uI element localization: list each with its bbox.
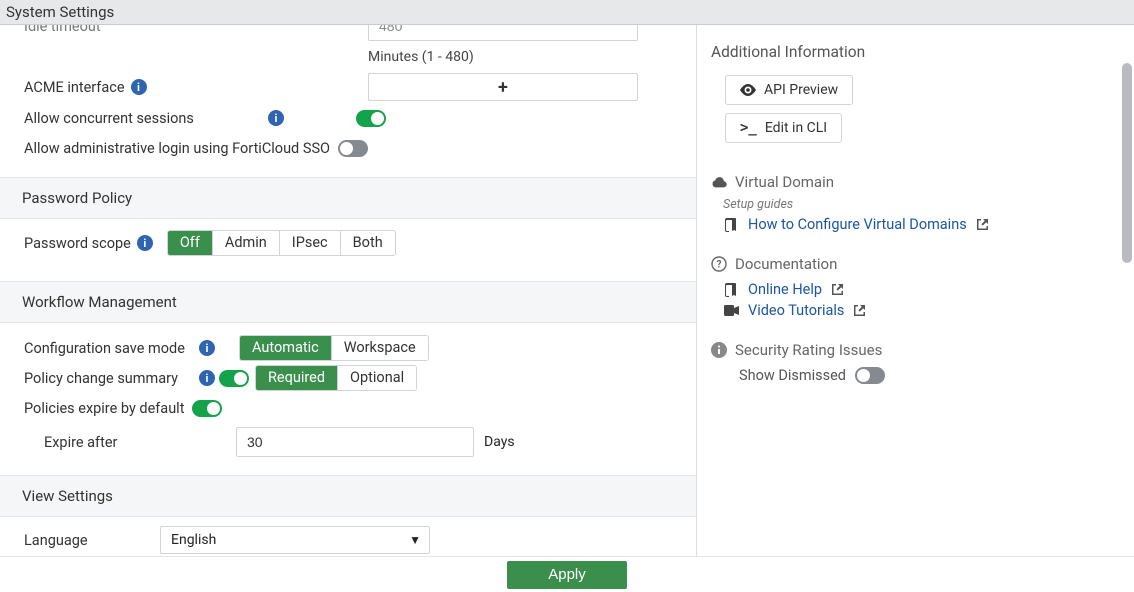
documentation-heading: ? Documentation [711, 255, 1122, 273]
apply-button[interactable]: Apply [507, 561, 627, 589]
acme-interface-label: ACME interface [24, 79, 125, 96]
external-link-icon[interactable] [831, 283, 844, 296]
concurrent-sessions-label: Allow concurrent sessions [24, 110, 194, 127]
password-scope-label: Password scope [24, 235, 131, 252]
expire-after-unit: Days [484, 434, 515, 450]
view-settings-heading: View Settings [0, 475, 696, 517]
page-title: System Settings [0, 0, 1134, 25]
cloud-icon [711, 176, 727, 188]
side-scrollbar[interactable] [1122, 63, 1132, 263]
main-panel: Idle timeout Minutes (1 - 480) ACME inte… [0, 25, 697, 556]
acme-interface-add-button[interactable]: + [368, 73, 638, 101]
api-preview-button[interactable]: API Preview [725, 75, 853, 105]
terminal-icon: >_ [740, 120, 757, 136]
policies-expire-toggle[interactable] [192, 400, 222, 417]
language-select[interactable]: English ▼ [160, 526, 430, 554]
policy-change-required[interactable]: Required [256, 366, 338, 390]
eye-icon [740, 84, 756, 96]
password-scope-off[interactable]: Off [168, 231, 213, 255]
password-scope-both[interactable]: Both [341, 231, 395, 255]
security-rating-heading: Security Rating Issues [711, 341, 1122, 359]
video-tutorials-link[interactable]: Video Tutorials [748, 302, 844, 319]
external-link-icon[interactable] [853, 304, 866, 317]
policy-change-optional[interactable]: Optional [338, 366, 416, 390]
info-circle-icon [711, 342, 727, 358]
config-save-auto[interactable]: Automatic [240, 336, 332, 360]
info-icon[interactable]: i [131, 79, 147, 95]
svg-text:?: ? [717, 260, 722, 271]
policy-change-summary-label: Policy change summary [24, 370, 178, 387]
idle-timeout-input[interactable] [368, 25, 638, 41]
password-scope-ipsec[interactable]: IPsec [280, 231, 341, 255]
idle-timeout-hint: Minutes (1 - 480) [368, 49, 474, 65]
info-icon[interactable]: i [137, 235, 153, 251]
edit-in-cli-button[interactable]: >_ Edit in CLI [725, 113, 842, 143]
policies-expire-label: Policies expire by default [24, 400, 184, 417]
additional-information-heading: Additional Information [711, 43, 1122, 61]
expire-after-label: Expire after [44, 434, 117, 451]
show-dismissed-label: Show Dismissed [739, 367, 846, 384]
forticloud-sso-toggle[interactable] [338, 140, 368, 157]
help-icon: ? [711, 256, 727, 272]
online-help-link[interactable]: Online Help [748, 281, 822, 298]
forticloud-sso-label: Allow administrative login using FortiCl… [24, 140, 330, 157]
workflow-heading: Workflow Management [0, 281, 696, 323]
chevron-down-icon: ▼ [409, 533, 421, 547]
password-scope-admin[interactable]: Admin [213, 231, 280, 255]
book-icon [723, 283, 739, 297]
idle-timeout-label: Idle timeout [24, 25, 101, 35]
config-save-mode-segmented[interactable]: Automatic Workspace [239, 335, 429, 361]
policy-change-summary-toggle[interactable] [219, 370, 249, 387]
info-icon[interactable]: i [199, 340, 215, 356]
vdom-config-link[interactable]: How to Configure Virtual Domains [748, 216, 967, 233]
info-icon[interactable]: i [199, 370, 215, 386]
language-label: Language [24, 532, 88, 549]
password-policy-heading: Password Policy [0, 177, 696, 219]
footer: Apply [0, 556, 1134, 592]
expire-after-input[interactable] [236, 427, 474, 457]
password-scope-segmented[interactable]: Off Admin IPsec Both [167, 230, 396, 256]
setup-guides-label: Setup guides [723, 197, 1122, 212]
book-icon [723, 218, 739, 232]
external-link-icon[interactable] [976, 218, 989, 231]
virtual-domain-heading: Virtual Domain [711, 173, 1122, 191]
concurrent-sessions-toggle[interactable] [356, 110, 386, 127]
video-icon [723, 305, 739, 316]
sidebar: Additional Information API Preview >_ Ed… [697, 25, 1134, 556]
info-icon[interactable]: i [268, 110, 284, 126]
config-save-mode-label: Configuration save mode [24, 340, 185, 357]
config-save-workspace[interactable]: Workspace [332, 336, 428, 360]
show-dismissed-toggle[interactable] [855, 367, 885, 384]
policy-change-segmented[interactable]: Required Optional [255, 365, 417, 391]
